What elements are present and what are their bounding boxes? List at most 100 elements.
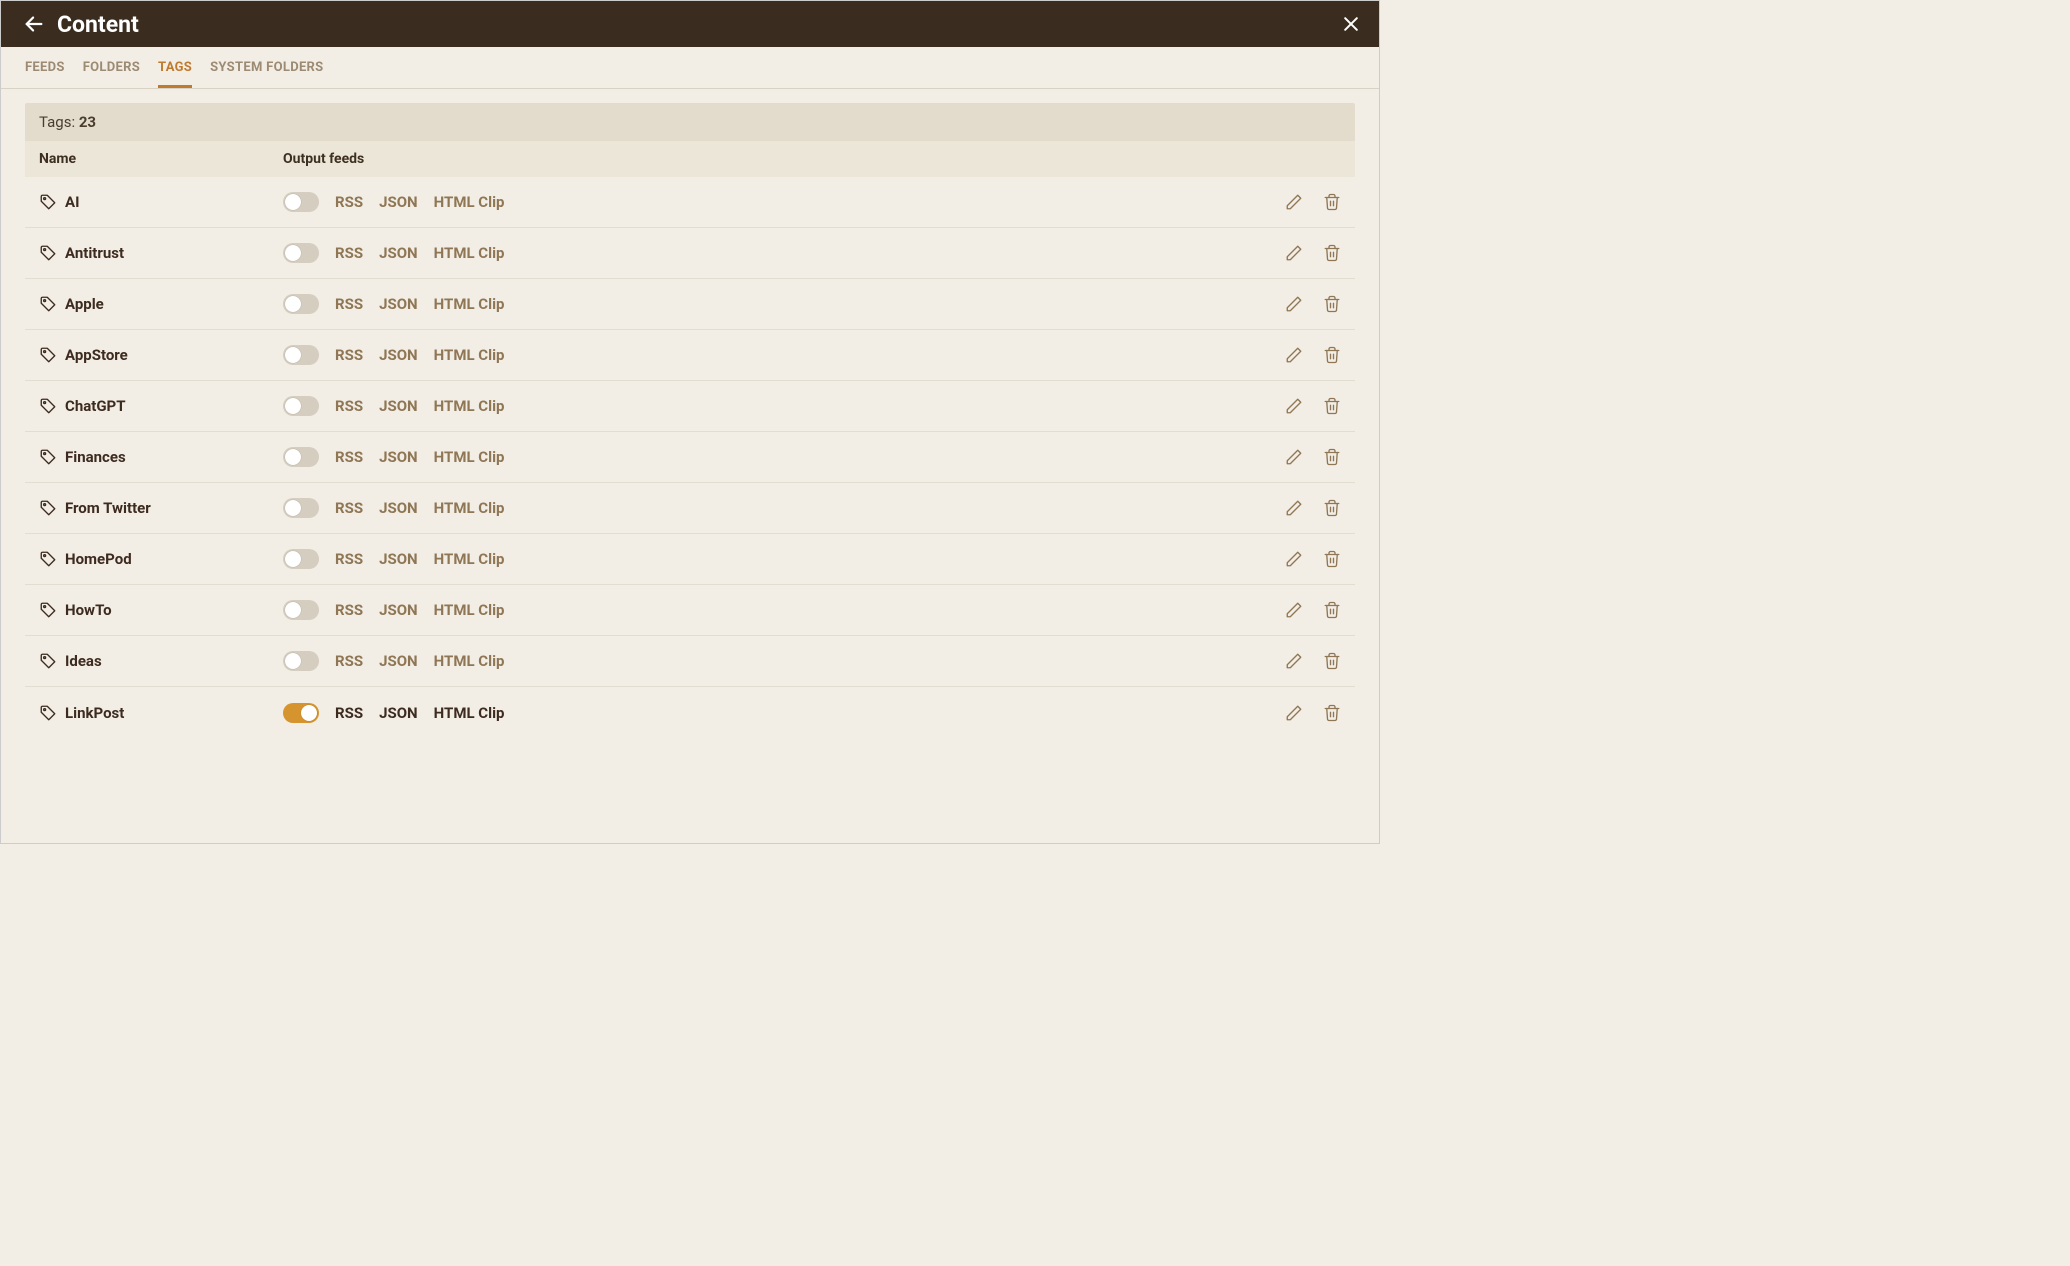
pencil-icon[interactable] — [1285, 448, 1303, 466]
json-link[interactable]: JSON — [379, 397, 418, 415]
tag-name: LinkPost — [65, 704, 124, 722]
json-link[interactable]: JSON — [379, 499, 418, 517]
pencil-icon[interactable] — [1285, 295, 1303, 313]
column-name: Name — [39, 151, 283, 167]
table-row: Antitrust RSS JSON HTML Clip — [25, 228, 1355, 279]
trash-icon[interactable] — [1323, 499, 1341, 517]
tab-tags[interactable]: TAGS — [158, 60, 192, 88]
tag-icon — [39, 448, 57, 466]
count-bar: Tags: 23 — [25, 103, 1355, 141]
rss-link[interactable]: RSS — [335, 652, 363, 670]
json-link[interactable]: JSON — [379, 244, 418, 262]
pencil-icon[interactable] — [1285, 244, 1303, 262]
json-link[interactable]: JSON — [379, 346, 418, 364]
htmlclip-link[interactable]: HTML Clip — [434, 448, 505, 466]
output-toggle[interactable] — [283, 396, 319, 416]
tag-icon — [39, 601, 57, 619]
back-arrow-icon[interactable] — [23, 13, 45, 35]
tag-icon — [39, 346, 57, 364]
output-toggle[interactable] — [283, 549, 319, 569]
trash-icon[interactable] — [1323, 346, 1341, 364]
rss-link[interactable]: RSS — [335, 244, 363, 262]
pencil-icon[interactable] — [1285, 550, 1303, 568]
trash-icon[interactable] — [1323, 193, 1341, 211]
pencil-icon[interactable] — [1285, 499, 1303, 517]
tab-system-folders[interactable]: SYSTEM FOLDERS — [210, 60, 323, 88]
column-output: Output feeds — [283, 151, 1341, 167]
htmlclip-link[interactable]: HTML Clip — [434, 346, 505, 364]
trash-icon[interactable] — [1323, 704, 1341, 722]
trash-icon[interactable] — [1323, 652, 1341, 670]
tab-feeds[interactable]: FEEDS — [25, 60, 65, 88]
htmlclip-link[interactable]: HTML Clip — [434, 244, 505, 262]
table-row: AppStore RSS JSON HTML Clip — [25, 330, 1355, 381]
rss-link[interactable]: RSS — [335, 295, 363, 313]
table-row: AI RSS JSON HTML Clip — [25, 177, 1355, 228]
output-toggle[interactable] — [283, 703, 319, 723]
rss-link[interactable]: RSS — [335, 346, 363, 364]
output-toggle[interactable] — [283, 447, 319, 467]
pencil-icon[interactable] — [1285, 193, 1303, 211]
tabs-bar: FEEDS FOLDERS TAGS SYSTEM FOLDERS — [1, 60, 1379, 89]
tag-name: HomePod — [65, 550, 132, 568]
json-link[interactable]: JSON — [379, 704, 418, 722]
json-link[interactable]: JSON — [379, 601, 418, 619]
rss-link[interactable]: RSS — [335, 397, 363, 415]
htmlclip-link[interactable]: HTML Clip — [434, 295, 505, 313]
tag-name: AI — [65, 193, 79, 211]
json-link[interactable]: JSON — [379, 193, 418, 211]
htmlclip-link[interactable]: HTML Clip — [434, 499, 505, 517]
rss-link[interactable]: RSS — [335, 550, 363, 568]
json-link[interactable]: JSON — [379, 295, 418, 313]
table-row: LinkPost RSS JSON HTML Clip — [25, 687, 1355, 738]
pencil-icon[interactable] — [1285, 346, 1303, 364]
output-toggle[interactable] — [283, 243, 319, 263]
rss-link[interactable]: RSS — [335, 448, 363, 466]
htmlclip-link[interactable]: HTML Clip — [434, 550, 505, 568]
rss-link[interactable]: RSS — [335, 499, 363, 517]
htmlclip-link[interactable]: HTML Clip — [434, 193, 505, 211]
table-row: Apple RSS JSON HTML Clip — [25, 279, 1355, 330]
output-toggle[interactable] — [283, 498, 319, 518]
htmlclip-link[interactable]: HTML Clip — [434, 652, 505, 670]
pencil-icon[interactable] — [1285, 652, 1303, 670]
pencil-icon[interactable] — [1285, 601, 1303, 619]
output-toggle[interactable] — [283, 192, 319, 212]
output-toggle[interactable] — [283, 345, 319, 365]
htmlclip-link[interactable]: HTML Clip — [434, 397, 505, 415]
trash-icon[interactable] — [1323, 550, 1341, 568]
pencil-icon[interactable] — [1285, 704, 1303, 722]
pencil-icon[interactable] — [1285, 397, 1303, 415]
tag-name: Ideas — [65, 652, 102, 670]
trash-icon[interactable] — [1323, 448, 1341, 466]
tag-icon — [39, 397, 57, 415]
count-value: 23 — [79, 113, 96, 131]
rss-link[interactable]: RSS — [335, 601, 363, 619]
trash-icon[interactable] — [1323, 601, 1341, 619]
rss-link[interactable]: RSS — [335, 704, 363, 722]
tab-folders[interactable]: FOLDERS — [83, 60, 140, 88]
table-row: HowTo RSS JSON HTML Clip — [25, 585, 1355, 636]
tag-icon — [39, 295, 57, 313]
trash-icon[interactable] — [1323, 295, 1341, 313]
tag-name: From Twitter — [65, 499, 151, 517]
json-link[interactable]: JSON — [379, 652, 418, 670]
tag-name: AppStore — [65, 346, 128, 364]
output-toggle[interactable] — [283, 600, 319, 620]
tag-icon — [39, 652, 57, 670]
htmlclip-link[interactable]: HTML Clip — [434, 704, 505, 722]
table-body: AI RSS JSON HTML Clip Antitrust RSS — [25, 177, 1355, 738]
json-link[interactable]: JSON — [379, 550, 418, 568]
table-row: From Twitter RSS JSON HTML Clip — [25, 483, 1355, 534]
close-icon[interactable] — [1341, 14, 1361, 34]
trash-icon[interactable] — [1323, 244, 1341, 262]
output-toggle[interactable] — [283, 294, 319, 314]
json-link[interactable]: JSON — [379, 448, 418, 466]
tag-name: Apple — [65, 295, 104, 313]
trash-icon[interactable] — [1323, 397, 1341, 415]
output-toggle[interactable] — [283, 651, 319, 671]
tag-name: HowTo — [65, 601, 112, 619]
page-title: Content — [57, 11, 139, 38]
htmlclip-link[interactable]: HTML Clip — [434, 601, 505, 619]
rss-link[interactable]: RSS — [335, 193, 363, 211]
